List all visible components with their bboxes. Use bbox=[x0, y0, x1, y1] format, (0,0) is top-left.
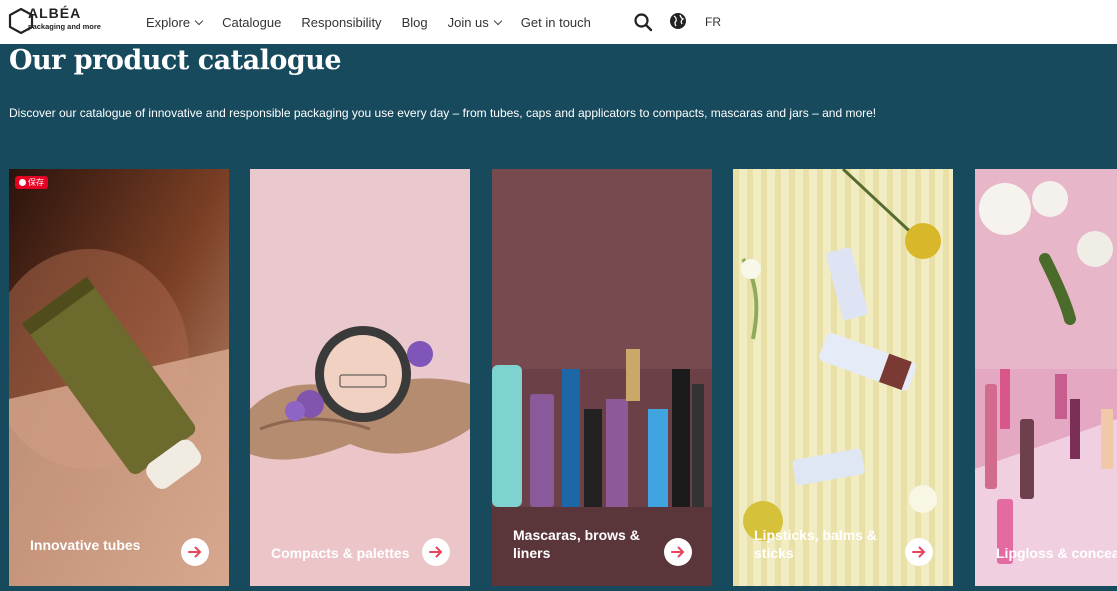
nav-explore[interactable]: Explore bbox=[146, 14, 204, 30]
nav-join-us[interactable]: Join us bbox=[447, 14, 503, 30]
nav-blog-label: Blog bbox=[401, 14, 428, 30]
lipgloss-image bbox=[975, 169, 1117, 586]
brand-name: ALBÉA bbox=[28, 5, 82, 21]
card-mascaras-brows-liners[interactable]: Mascaras, brows & liners bbox=[492, 169, 712, 586]
card-lipgloss-concealers[interactable]: Lipgloss & concealers bbox=[975, 169, 1117, 586]
card-label: Lipsticks, balms & sticks bbox=[754, 527, 877, 561]
pinterest-icon bbox=[19, 179, 26, 186]
compact-image bbox=[250, 169, 470, 586]
card-innovative-tubes[interactable]: 保存 Innovative tubes bbox=[9, 169, 229, 586]
lipstick-image bbox=[733, 169, 953, 586]
nav-responsibility-label: Responsibility bbox=[301, 14, 382, 30]
chevron-down-icon bbox=[493, 16, 503, 25]
nav-join-us-label: Join us bbox=[447, 14, 489, 30]
search-icon[interactable] bbox=[633, 12, 653, 32]
page-subtitle: Discover our catalogue of innovative and… bbox=[9, 106, 877, 120]
card-label: Mascaras, brows & liners bbox=[513, 527, 640, 561]
page-title: Our product catalogue bbox=[9, 45, 342, 76]
chevron-down-icon bbox=[194, 16, 204, 25]
albea-logo[interactable]: ALBÉA packaging and more bbox=[8, 4, 118, 38]
card-label: Compacts & palettes bbox=[271, 545, 410, 561]
nav-responsibility[interactable]: Responsibility bbox=[301, 15, 381, 30]
card-lipsticks-balms-sticks[interactable]: Lipsticks, balms & sticks bbox=[733, 169, 953, 586]
card-label: Innovative tubes bbox=[30, 537, 141, 553]
brand-tagline: packaging and more bbox=[28, 22, 101, 31]
site-header: ALBÉA packaging and more Explore Catalog… bbox=[0, 0, 1117, 44]
nav-get-in-touch-label: Get in touch bbox=[520, 14, 591, 30]
mascara-image bbox=[492, 169, 712, 586]
nav-get-in-touch[interactable]: Get in touch bbox=[521, 15, 591, 30]
catalogue-cards: 保存 Innovative tubes Compacts & palettes bbox=[9, 169, 1117, 586]
pinterest-save-label: 保存 bbox=[28, 178, 44, 187]
card-label: Lipgloss & concealers bbox=[996, 545, 1117, 561]
arrow-right-icon[interactable] bbox=[422, 538, 450, 566]
nav-blog[interactable]: Blog bbox=[402, 15, 428, 30]
main-nav: Explore Catalogue Responsibility Blog Jo… bbox=[146, 0, 611, 44]
nav-catalogue[interactable]: Catalogue bbox=[222, 15, 281, 30]
language-switch[interactable]: FR bbox=[705, 15, 721, 29]
arrow-right-icon[interactable] bbox=[181, 538, 209, 566]
arrow-right-icon[interactable] bbox=[664, 538, 692, 566]
nav-explore-label: Explore bbox=[146, 14, 191, 30]
pinterest-save-badge[interactable]: 保存 bbox=[15, 176, 48, 189]
tube-image bbox=[9, 169, 229, 586]
globe-icon[interactable] bbox=[669, 12, 689, 32]
card-compacts-palettes[interactable]: Compacts & palettes bbox=[250, 169, 470, 586]
nav-catalogue-label: Catalogue bbox=[222, 14, 282, 30]
arrow-right-icon[interactable] bbox=[905, 538, 933, 566]
